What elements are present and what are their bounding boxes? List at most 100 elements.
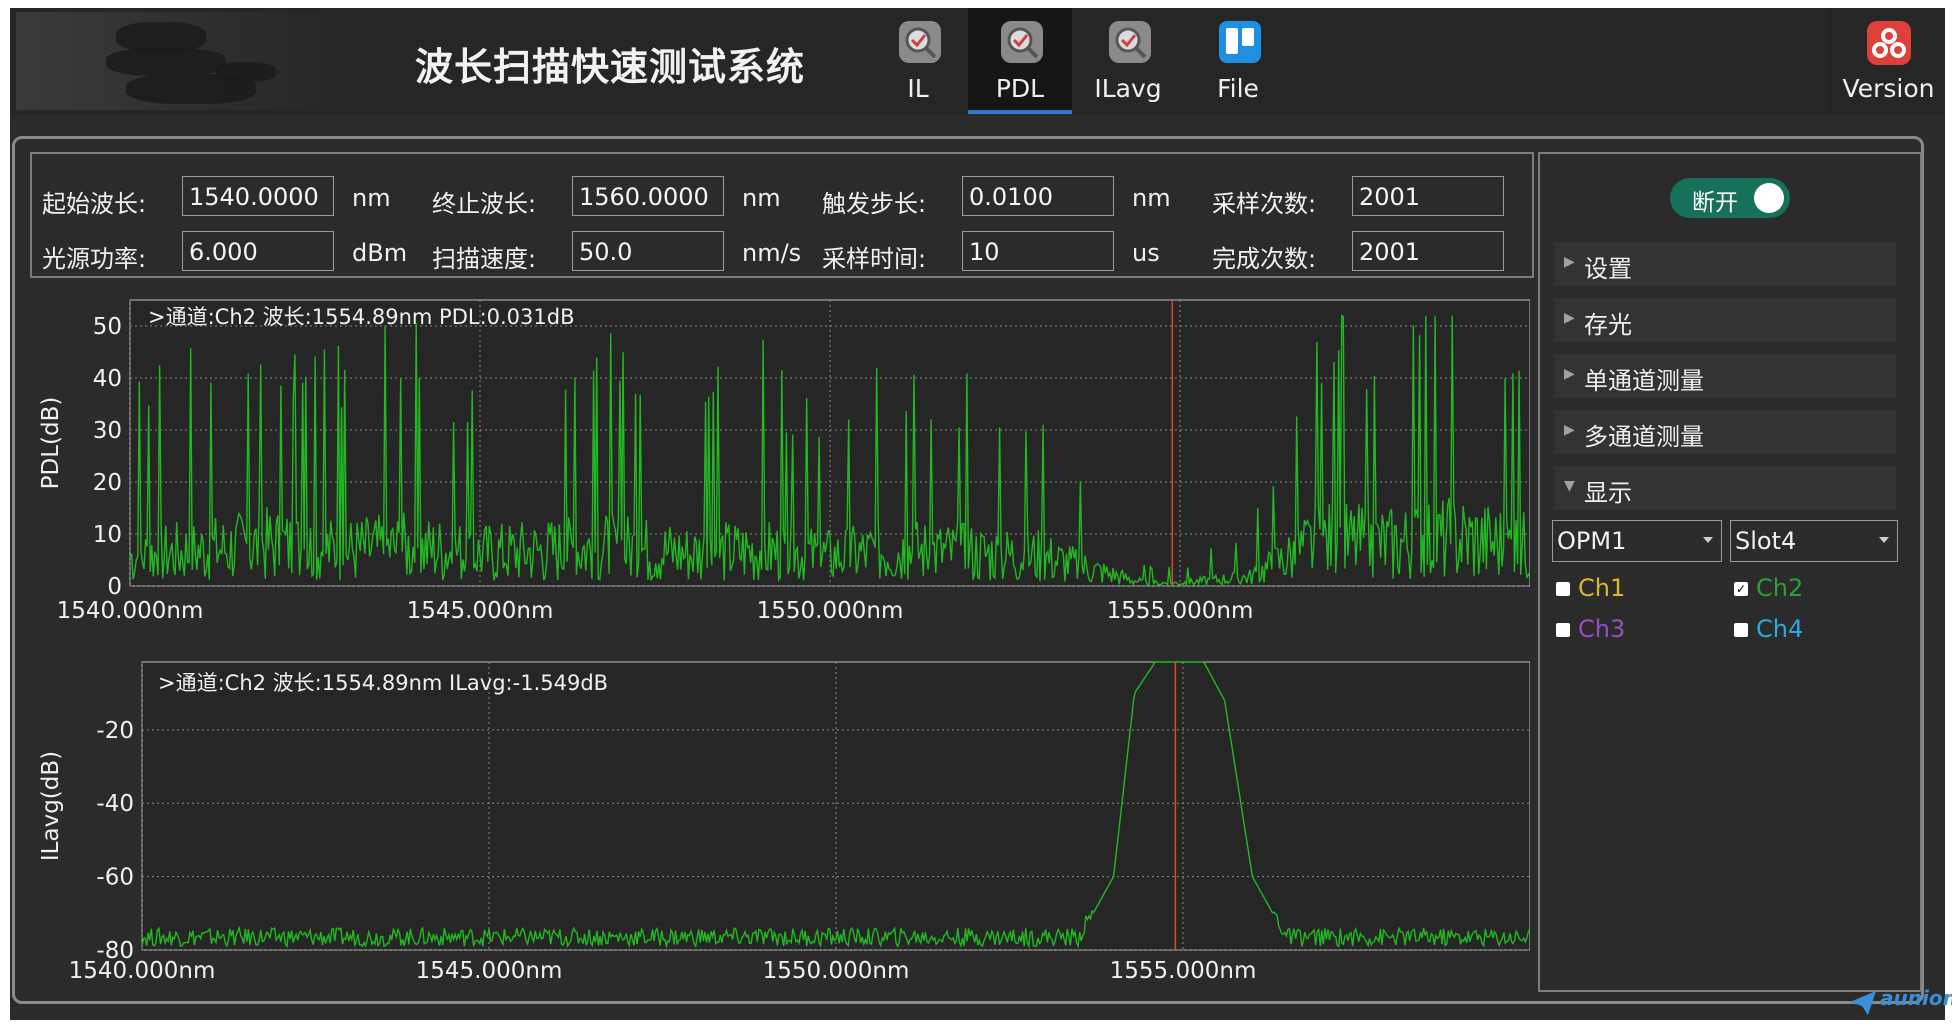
sample-time-label: 采样时间: [822,245,927,273]
checkbox-box [1556,582,1570,596]
brand-watermark: aunion [1848,986,1952,1020]
section-store-light[interactable]: ▶ 存光 [1554,298,1896,342]
section-label: 单通道测量 [1584,367,1704,395]
channel-ch3-checkbox[interactable]: Ch3 [1556,615,1676,645]
trigger-step-label: 触发步长: [822,190,927,218]
magnifier-icon [1109,21,1151,63]
slot-select-value: Slot4 [1735,527,1797,555]
device-select[interactable]: OPM1 [1552,520,1722,562]
chevron-down-icon: ▼ [1564,478,1575,494]
tab-label: PDL [995,74,1045,103]
channel-label: Ch2 [1756,574,1804,602]
section-single-channel[interactable]: ▶ 单通道测量 [1554,354,1896,398]
tab-label: File [1217,74,1259,103]
tab-ilavg[interactable]: ILavg [1076,8,1180,114]
section-settings[interactable]: ▶ 设置 [1554,242,1896,286]
trigger-step-field[interactable]: 0.0100 [962,176,1114,216]
y-tick-label: 30 [93,418,122,444]
pdl-chart: >通道:Ch2 波长:1554.89nm PDL:0.031dB 0 10 20 30 4… [38,299,1530,624]
tab-il[interactable]: IL [866,8,970,114]
magnifier-icon [899,21,941,63]
y-axis-label: PDL(dB) [38,397,64,490]
brand-name: aunion [1880,986,1952,1010]
channel-label: Ch1 [1578,574,1626,602]
tab-pdl[interactable]: PDL [968,8,1072,114]
sample-count-field[interactable]: 2001 [1352,176,1504,216]
section-label: 存光 [1584,311,1632,339]
channel-ch1-checkbox[interactable]: Ch1 [1556,574,1676,604]
sample-time-unit: us [1132,239,1160,267]
stop-wavelength-field[interactable]: 1560.0000 [572,176,724,216]
stop-wavelength-unit: nm [742,184,781,212]
active-tab-indicator [968,110,1072,114]
section-label: 多通道测量 [1584,423,1704,451]
scan-speed-label: 扫描速度: [432,245,537,273]
file-icon [1219,21,1261,63]
y-tick-label: 20 [93,470,122,496]
chevron-right-icon: ▶ [1564,422,1575,438]
trigger-step-unit: nm [1132,184,1171,212]
checkbox-box [1556,623,1570,637]
side-panel: 断开 ▶ 设置 ▶ 存光 ▶ 单通道测量 ▶ 多通道测量 ▼ 显示 OPM1 S… [1538,152,1922,992]
connection-toggle[interactable]: 断开 [1670,178,1790,218]
tab-label: ILavg [1094,74,1162,103]
chevron-right-icon: ▶ [1564,254,1575,270]
toggle-label: 断开 [1692,190,1738,216]
y-tick-label: 0 [107,574,122,600]
source-power-unit: dBm [352,239,408,267]
sample-time-field[interactable]: 10 [962,231,1114,271]
y-tick-label: -20 [96,718,134,744]
y-tick-label: 40 [93,366,122,392]
paper-plane-icon [1850,991,1876,1015]
channel-label: Ch4 [1756,615,1804,643]
device-select-value: OPM1 [1557,527,1627,555]
sample-count-label: 采样次数: [1212,190,1317,218]
channel-ch2-checkbox[interactable]: ✓ Ch2 [1734,574,1854,604]
version-icon [1867,21,1911,65]
start-wavelength-label: 起始波长: [42,190,147,218]
scan-speed-field[interactable]: 50.0 [572,231,724,271]
source-power-field[interactable]: 6.000 [182,231,334,271]
dropdown-caret-icon [1879,537,1889,543]
slot-select[interactable]: Slot4 [1730,520,1898,562]
x-tick-label: 1555.000nm [1107,598,1254,624]
done-count-label: 完成次数: [1212,245,1317,273]
chevron-right-icon: ▶ [1564,366,1575,382]
x-tick-label: 1550.000nm [757,598,904,624]
toggle-knob [1754,183,1784,213]
version-button[interactable]: Version [1830,8,1946,114]
dropdown-caret-icon [1703,537,1713,543]
tab-file[interactable]: File [1186,8,1290,114]
y-axis-label: ILavg(dB) [38,751,64,861]
tab-label: IL [907,74,929,103]
ilavg-chart: >通道:Ch2 波长:1554.89nm ILavg:-1.549dB -20 -4… [38,661,1530,984]
top-bar: 波长扫描快速测试系统 IL PDL ILavg File Version [10,8,1945,114]
section-label: 显示 [1584,479,1632,507]
plot-area [141,661,1530,951]
y-tick-label: -40 [96,791,134,817]
x-tick-label: 1545.000nm [407,598,554,624]
source-power-label: 光源功率: [42,245,147,273]
x-tick-label: 1545.000nm [416,958,563,984]
section-label: 设置 [1584,255,1632,283]
magnifier-icon [1001,21,1043,63]
chevron-right-icon: ▶ [1564,310,1575,326]
checkmark-icon: ✓ [1734,582,1748,596]
app-title: 波长扫描快速测试系统 [415,45,806,89]
checkbox-box [1734,623,1748,637]
logo-image [16,12,346,110]
start-wavelength-unit: nm [352,184,391,212]
done-count-field[interactable]: 2001 [1352,231,1504,271]
start-wavelength-field[interactable]: 1540.0000 [182,176,334,216]
channel-ch4-checkbox[interactable]: Ch4 [1734,615,1854,645]
params-panel: 起始波长: 1540.0000 nm 终止波长: 1560.0000 nm 触发… [30,152,1534,278]
channel-label: Ch3 [1578,615,1626,643]
x-tick-label: 1540.000nm [69,958,216,984]
version-label: Version [1842,74,1935,103]
section-multi-channel[interactable]: ▶ 多通道测量 [1554,410,1896,454]
y-tick-label: -60 [96,865,134,891]
y-tick-label: 50 [93,314,122,340]
cursor-readout: >通道:Ch2 波长:1554.89nm ILavg:-1.549dB [158,671,608,695]
section-display[interactable]: ▼ 显示 [1554,466,1896,510]
stop-wavelength-label: 终止波长: [432,190,537,218]
